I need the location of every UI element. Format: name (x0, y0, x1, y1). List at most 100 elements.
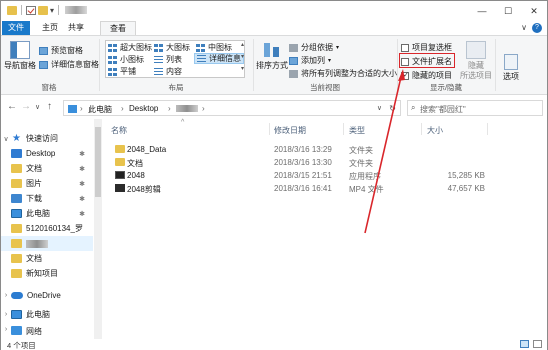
chevron-down-icon: ▾ (328, 58, 332, 64)
tiles-option[interactable]: 平铺 (108, 66, 136, 77)
size-columns-icon (289, 69, 298, 78)
this-pc-icon (68, 105, 77, 113)
address-history-dropdown[interactable]: ∨ (377, 104, 382, 112)
group-by-button[interactable]: 分组依据 ▾ (289, 42, 339, 53)
panes-group: 导航窗格 预览窗格 详细信息窗格 窗格 (1, 36, 99, 94)
breadcrumb-this-pc[interactable]: 此电脑 (88, 104, 112, 115)
nav-item-downloads[interactable]: 下载 ✱ (1, 191, 93, 206)
nav-item-label: 此电脑 (26, 209, 50, 218)
current-view-group-label: 当前视图 (310, 83, 340, 92)
nav-item-documents-folder[interactable]: 文档 (1, 251, 93, 266)
annotation-highlight-box (399, 53, 455, 68)
small-icons-option[interactable]: 小图标 (108, 54, 144, 65)
hidden-items-checkbox[interactable]: ✓ (401, 71, 409, 80)
add-column-label: 添加列 (301, 56, 325, 65)
breadcrumb-desktop[interactable]: Desktop (129, 104, 158, 113)
column-header-name[interactable]: 名称 (111, 125, 127, 136)
downloads-icon (11, 194, 22, 203)
nav-onedrive[interactable]: › OneDrive (1, 288, 93, 303)
ribbon-expand-icon[interactable]: ∨ (521, 23, 527, 32)
table-row[interactable]: 2048_Data 2018/3/16 13:29 文件夹 (111, 143, 541, 156)
tiles-icon (108, 67, 117, 76)
tab-file[interactable]: 文件 (2, 21, 30, 35)
expand-chevron-icon[interactable]: › (1, 326, 11, 333)
forward-button[interactable]: → (21, 101, 31, 112)
nav-item-current-folder[interactable] (1, 236, 93, 251)
nav-item-folder-5120160134[interactable]: 5120160134_罗 (1, 221, 93, 236)
large-icons-option[interactable]: 大图标 (154, 42, 190, 53)
breadcrumb-separator: › (202, 104, 205, 113)
minimize-button[interactable]: — (469, 1, 495, 21)
pin-icon: ✱ (79, 165, 85, 173)
layout-scroll-down[interactable]: ▾ (239, 54, 246, 60)
column-header-type[interactable]: 类型 (349, 125, 365, 136)
item-checkboxes-toggle[interactable]: 项目复选框 (401, 42, 452, 53)
list-option[interactable]: 列表 (154, 54, 182, 65)
recent-locations-button[interactable]: ∨ (35, 103, 40, 111)
folder-icon (11, 269, 22, 278)
close-button[interactable]: ✕ (521, 1, 547, 21)
tab-share[interactable]: 共享 (65, 21, 87, 35)
hidden-items-toggle[interactable]: ✓ 隐藏的项目 (401, 70, 452, 81)
search-box[interactable]: ⌕ 搜索"都园红" (407, 100, 543, 116)
refresh-button[interactable]: ↻ (389, 104, 396, 113)
extra-large-icons-option[interactable]: 超大图标 (108, 42, 152, 53)
layout-scroll-up[interactable]: ▴ (239, 42, 246, 48)
table-row[interactable]: 2048剪辑 2018/3/16 16:41 MP4 文件 47,657 KB (111, 182, 541, 195)
scrollbar-thumb[interactable] (95, 127, 101, 197)
properties-check-icon[interactable] (26, 5, 36, 15)
nav-item-this-pc[interactable]: 此电脑 ✱ (1, 206, 93, 221)
table-row[interactable]: 文档 2018/3/16 13:30 文件夹 (111, 156, 541, 169)
help-icon[interactable]: ? (532, 23, 542, 33)
nav-item-pictures[interactable]: 图片 ✱ (1, 176, 93, 191)
add-column-button[interactable]: 添加列 ▾ (289, 55, 331, 66)
file-list: 名称 ^ 修改日期 类型 大小 2048_Data 2018/3/16 13:2… (103, 119, 547, 339)
new-folder-icon[interactable] (38, 5, 48, 15)
tab-view[interactable]: 查看 (100, 21, 136, 36)
details-pane-label: 详细信息窗格 (51, 60, 99, 69)
details-pane-button[interactable]: 详细信息窗格 (39, 59, 99, 70)
address-bar[interactable]: › 此电脑 › Desktop › › ∨ ↻ (63, 100, 401, 116)
details-option[interactable]: 详细信息 (194, 53, 244, 64)
nav-item-documents[interactable]: 文档 ✱ (1, 161, 93, 176)
sort-by-button[interactable]: 排序方式 (256, 41, 288, 71)
folder-icon (11, 254, 22, 263)
collapse-chevron-icon[interactable]: ∨ (1, 135, 11, 143)
nav-quick-access[interactable]: ∨ ★ 快速访问 (1, 131, 93, 146)
star-icon: ★ (12, 133, 21, 144)
table-row[interactable]: 2048 2018/3/15 21:51 应用程序 15,285 KB (111, 169, 541, 182)
nav-this-pc[interactable]: › 此电脑 (1, 307, 93, 322)
medium-icons-option[interactable]: 中图标 (196, 42, 232, 53)
documents-icon (11, 164, 22, 173)
nav-network[interactable]: › 网络 (1, 326, 93, 339)
item-checkboxes-checkbox[interactable] (401, 43, 409, 52)
tab-home[interactable]: 主页 (39, 21, 61, 35)
column-header-modified[interactable]: 修改日期 (274, 125, 306, 136)
expand-chevron-icon[interactable]: › (1, 292, 11, 299)
column-header-size[interactable]: 大小 (427, 125, 443, 136)
hide-selected-button[interactable]: 隐藏 所选项目 (459, 41, 493, 81)
navigation-scrollbar[interactable] (94, 119, 102, 339)
nav-item-xinzhi-project[interactable]: 新知项目 (1, 266, 93, 281)
small-icons-icon (108, 55, 117, 64)
pin-icon: ✱ (79, 210, 85, 218)
preview-pane-button[interactable]: 预览窗格 (39, 45, 83, 56)
layout-expand[interactable]: ▾ (239, 66, 246, 72)
navigation-pane-icon (10, 41, 30, 59)
quick-access-dropdown[interactable]: ▾ (50, 6, 54, 15)
group-by-icon (289, 43, 298, 52)
up-button[interactable]: ↑ (47, 101, 52, 112)
options-button[interactable]: 选项 (497, 54, 525, 82)
navigation-pane-button[interactable]: 导航窗格 (4, 41, 36, 71)
large-icons-view-toggle-icon[interactable] (533, 340, 542, 348)
back-button[interactable]: ← (7, 101, 17, 112)
maximize-button[interactable]: ☐ (495, 1, 521, 21)
content-option[interactable]: 内容 (154, 66, 182, 77)
details-view-toggle-icon[interactable] (520, 340, 529, 348)
size-all-columns-button[interactable]: 将所有列调整为合适的大小 (289, 68, 397, 79)
expand-chevron-icon[interactable]: › (1, 311, 11, 318)
breadcrumb-redacted[interactable] (176, 105, 198, 112)
nav-item-desktop[interactable]: Desktop ✱ (1, 146, 93, 161)
nav-item-label: 下载 (26, 194, 42, 203)
nav-item-label: 文档 (26, 164, 42, 173)
